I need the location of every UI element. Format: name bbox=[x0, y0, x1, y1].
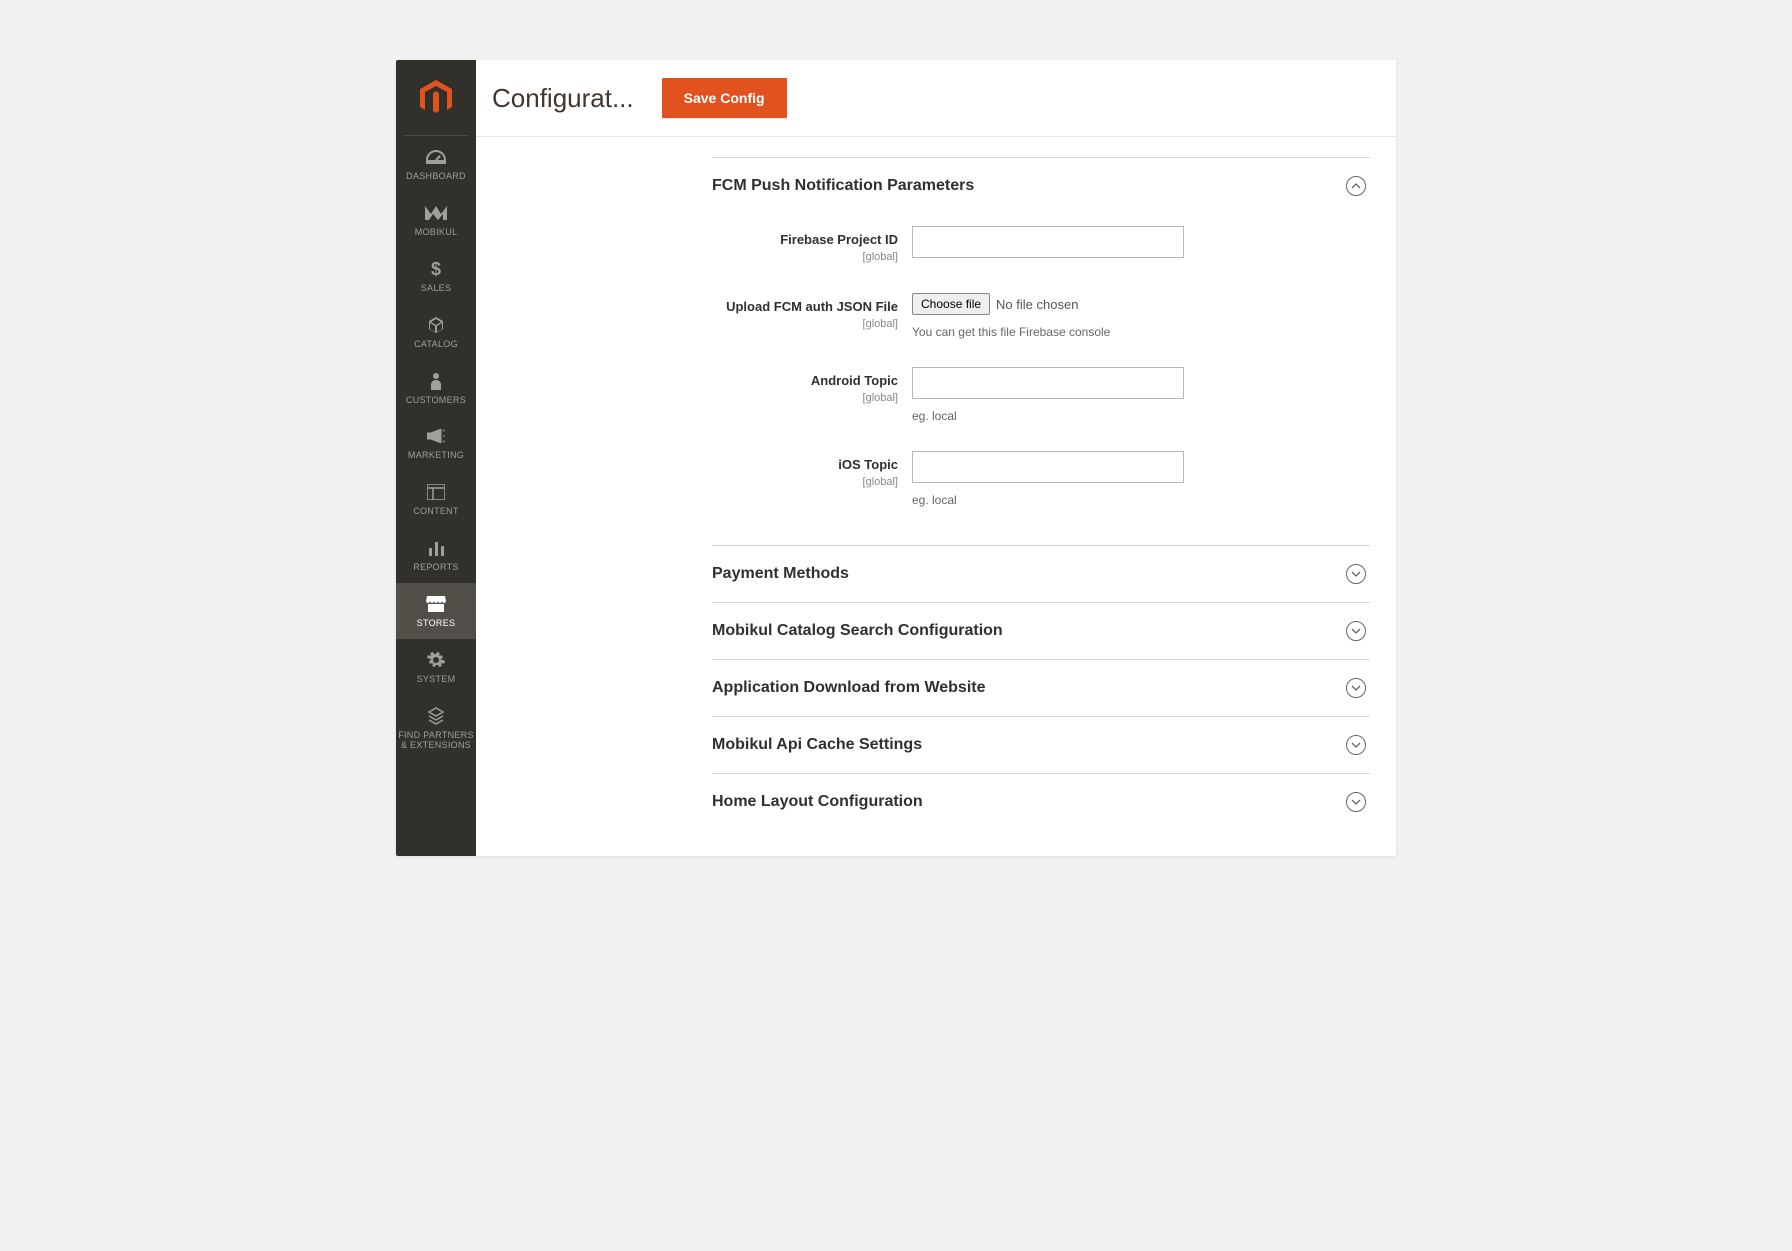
section-api-cache: Mobikul Api Cache Settings bbox=[712, 716, 1370, 773]
admin-sidebar: DASHBOARD MOBIKUL $ SALES CATALOG CUSTOM… bbox=[396, 60, 476, 856]
sidebar-label: SYSTEM bbox=[417, 675, 456, 685]
chevron-down-icon bbox=[1346, 564, 1366, 584]
field-scope: [global] bbox=[863, 392, 898, 404]
section-toggle-fcm[interactable]: FCM Push Notification Parameters bbox=[712, 158, 1370, 214]
sidebar-label: CUSTOMERS bbox=[406, 396, 466, 406]
section-home-layout: Home Layout Configuration bbox=[712, 773, 1370, 830]
section-toggle-api-cache[interactable]: Mobikul Api Cache Settings bbox=[712, 717, 1370, 773]
sidebar-item-customers[interactable]: CUSTOMERS bbox=[396, 360, 476, 416]
field-ios-topic: iOS Topic [global] eg. local bbox=[712, 451, 1370, 507]
sidebar-item-dashboard[interactable]: DASHBOARD bbox=[396, 136, 476, 192]
field-fcm-auth-file: Upload FCM auth JSON File [global] Choos… bbox=[712, 293, 1370, 339]
chevron-down-icon bbox=[1346, 735, 1366, 755]
sidebar-item-marketing[interactable]: MARKETING bbox=[396, 415, 476, 471]
catalog-icon bbox=[427, 314, 445, 336]
field-scope: [global] bbox=[863, 476, 898, 488]
sidebar-label: STORES bbox=[417, 619, 456, 629]
field-hint: eg. local bbox=[912, 493, 1184, 507]
page-title: Configurat... bbox=[492, 83, 634, 114]
section-toggle-catalog-search[interactable]: Mobikul Catalog Search Configuration bbox=[712, 603, 1370, 659]
ios-topic-input[interactable] bbox=[912, 451, 1184, 483]
main-panel: Configurat... Save Config FCM Push Notif… bbox=[476, 60, 1396, 856]
file-chosen-status: No file chosen bbox=[996, 297, 1078, 312]
sidebar-label: REPORTS bbox=[413, 563, 458, 573]
save-config-button[interactable]: Save Config bbox=[662, 78, 787, 118]
field-firebase-project-id: Firebase Project ID [global] bbox=[712, 226, 1370, 265]
section-toggle-app-download[interactable]: Application Download from Website bbox=[712, 660, 1370, 716]
android-topic-input[interactable] bbox=[912, 367, 1184, 399]
sidebar-item-catalog[interactable]: CATALOG bbox=[396, 304, 476, 360]
sidebar-label: CATALOG bbox=[414, 340, 458, 350]
sidebar-item-partners[interactable]: FIND PARTNERS & EXTENSIONS bbox=[396, 695, 476, 761]
sidebar-item-content[interactable]: CONTENT bbox=[396, 471, 476, 527]
field-scope: [global] bbox=[863, 318, 898, 330]
section-title: Mobikul Catalog Search Configuration bbox=[712, 622, 1003, 640]
reports-icon bbox=[427, 537, 445, 559]
field-label: iOS Topic bbox=[712, 457, 898, 472]
field-hint: eg. local bbox=[912, 409, 1184, 423]
marketing-icon bbox=[427, 425, 445, 447]
sidebar-label: SALES bbox=[421, 284, 452, 294]
content-icon bbox=[427, 481, 445, 503]
sidebar-label: FIND PARTNERS & EXTENSIONS bbox=[398, 731, 474, 751]
sidebar-item-sales[interactable]: $ SALES bbox=[396, 248, 476, 304]
section-catalog-search: Mobikul Catalog Search Configuration bbox=[712, 602, 1370, 659]
partners-icon bbox=[427, 705, 445, 727]
sidebar-label: MOBIKUL bbox=[415, 228, 458, 238]
mobikul-icon bbox=[425, 202, 447, 224]
field-hint: You can get this file Firebase console bbox=[912, 325, 1184, 339]
section-title: Application Download from Website bbox=[712, 679, 986, 697]
sidebar-item-mobikul[interactable]: MOBIKUL bbox=[396, 192, 476, 248]
sidebar-label: CONTENT bbox=[413, 507, 459, 517]
dashboard-icon bbox=[426, 146, 446, 168]
sidebar-label: DASHBOARD bbox=[406, 172, 466, 182]
field-scope: [global] bbox=[863, 251, 898, 263]
section-toggle-home-layout[interactable]: Home Layout Configuration bbox=[712, 774, 1370, 830]
sidebar-item-stores[interactable]: STORES bbox=[396, 583, 476, 639]
section-payment-methods: Payment Methods bbox=[712, 545, 1370, 602]
app-window: DASHBOARD MOBIKUL $ SALES CATALOG CUSTOM… bbox=[396, 60, 1396, 856]
section-fcm: FCM Push Notification Parameters Firebas… bbox=[712, 157, 1370, 545]
sales-icon: $ bbox=[430, 258, 442, 280]
chevron-up-icon bbox=[1346, 176, 1366, 196]
section-app-download: Application Download from Website bbox=[712, 659, 1370, 716]
field-android-topic: Android Topic [global] eg. local bbox=[712, 367, 1370, 423]
choose-file-button[interactable]: Choose file bbox=[912, 293, 990, 315]
sidebar-item-system[interactable]: SYSTEM bbox=[396, 639, 476, 695]
system-icon bbox=[427, 649, 445, 671]
chevron-down-icon bbox=[1346, 792, 1366, 812]
section-title: FCM Push Notification Parameters bbox=[712, 177, 974, 195]
content-area: FCM Push Notification Parameters Firebas… bbox=[476, 137, 1396, 856]
stores-icon bbox=[426, 593, 446, 615]
page-header: Configurat... Save Config bbox=[476, 60, 1396, 137]
section-title: Payment Methods bbox=[712, 565, 849, 583]
field-label: Android Topic bbox=[712, 373, 898, 388]
section-title: Home Layout Configuration bbox=[712, 793, 923, 811]
firebase-project-id-input[interactable] bbox=[912, 226, 1184, 258]
chevron-down-icon bbox=[1346, 678, 1366, 698]
customers-icon bbox=[429, 370, 443, 392]
section-toggle-payment[interactable]: Payment Methods bbox=[712, 546, 1370, 602]
svg-text:$: $ bbox=[431, 260, 441, 278]
field-label: Upload FCM auth JSON File bbox=[712, 299, 898, 314]
field-label: Firebase Project ID bbox=[712, 232, 898, 247]
magento-logo[interactable] bbox=[404, 60, 468, 136]
sidebar-label: MARKETING bbox=[408, 451, 464, 461]
section-title: Mobikul Api Cache Settings bbox=[712, 736, 922, 754]
chevron-down-icon bbox=[1346, 621, 1366, 641]
sidebar-item-reports[interactable]: REPORTS bbox=[396, 527, 476, 583]
